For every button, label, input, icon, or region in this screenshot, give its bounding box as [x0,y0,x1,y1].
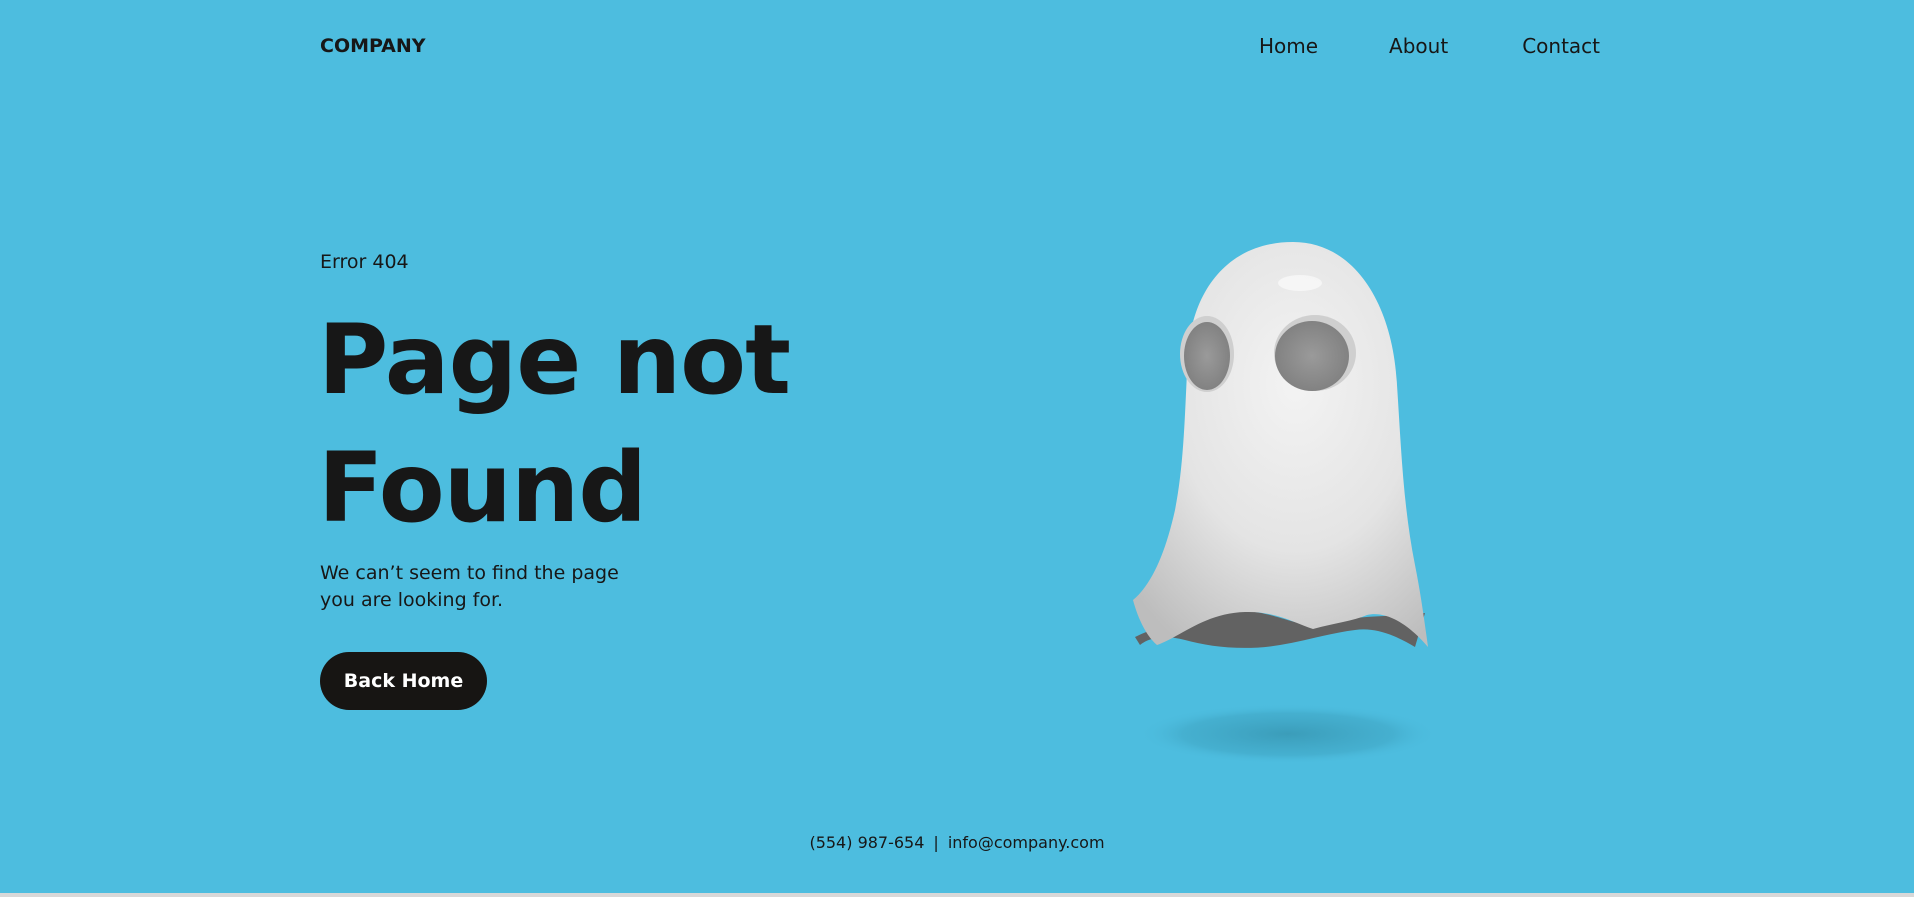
description-line-1: We can’t seem to find the page [320,562,619,584]
ghost-floor-shadow [1138,704,1438,764]
main-nav: Home About Contact [1259,34,1600,58]
company-logo[interactable]: COMPANY [320,35,426,57]
ghost-right-eye [1275,321,1349,391]
site-header: COMPANY Home About Contact [320,34,1600,62]
page-title: Page not Found [318,296,838,552]
error-code: Error 404 [320,251,409,273]
error-page: COMPANY Home About Contact Error 404 Pag… [0,0,1914,893]
ghost-icon [1133,242,1438,764]
back-home-button[interactable]: Back Home [320,652,487,710]
nav-contact-link[interactable]: Contact [1522,34,1600,58]
footer-email[interactable]: info@company.com [948,833,1105,852]
ghost-body [1133,242,1428,647]
window-bottom-edge [0,893,1914,897]
ghost-left-eye [1184,322,1230,390]
page-title-line-1: Page not [318,304,791,416]
ghost-highlight [1278,275,1322,291]
contact-footer: (554) 987-654 | info@company.com [0,833,1914,852]
footer-separator: | [933,833,939,852]
footer-phone[interactable]: (554) 987-654 [809,833,924,852]
ghost-illustration [1095,235,1495,765]
description-line-2: you are looking for. [320,589,504,611]
error-description: We can’t seem to find the page you are l… [320,560,660,614]
page-title-line-2: Found [318,432,647,544]
nav-home-link[interactable]: Home [1259,34,1318,58]
nav-about-link[interactable]: About [1389,34,1448,58]
